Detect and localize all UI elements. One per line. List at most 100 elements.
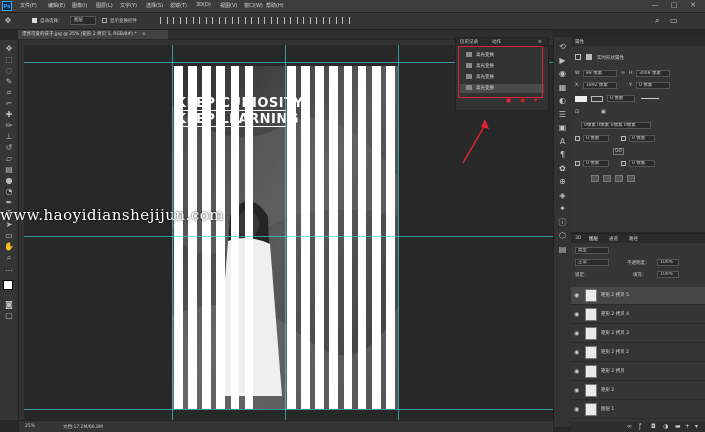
menu-item[interactable]: 帮助(H) [266, 2, 284, 9]
rectangle-tool-icon[interactable]: ▭ [4, 231, 14, 241]
zoom-level[interactable]: 25% [25, 424, 35, 429]
layer-name[interactable]: 图层 1 [601, 406, 614, 412]
visibility-eye-icon[interactable]: ◉ [574, 292, 579, 299]
adjustment-icon[interactable]: ◑ [663, 423, 668, 430]
menu-item[interactable]: 3D(D) [196, 2, 211, 8]
layer-row[interactable]: ◉ 矩形 2 拷贝 4 [571, 306, 705, 324]
stripe-shape[interactable] [329, 66, 339, 409]
edit-toolbar-icon[interactable]: … [4, 264, 14, 274]
trash-icon[interactable]: ▾ [534, 98, 540, 104]
3d-panel-icon[interactable]: ⬡ [557, 230, 568, 241]
corner-radius-summary[interactable]: 0像素 0像素 0像素 0像素 [581, 122, 651, 129]
eyedropper-icon[interactable]: ⌐ [4, 99, 14, 109]
3d-pan-icon[interactable] [342, 17, 350, 24]
menu-item[interactable]: 选择(S) [146, 2, 163, 9]
close-tab-icon[interactable]: × [142, 32, 146, 37]
y-field[interactable]: 0 像素 [636, 82, 670, 89]
distribute-top-icon[interactable] [238, 17, 246, 24]
delete-layer-icon[interactable]: ▾ [695, 423, 698, 430]
properties-icon[interactable]: ☰ [557, 109, 568, 120]
align-edges-icon[interactable]: ⊡ [575, 109, 585, 115]
path-subtract-icon[interactable] [603, 175, 611, 182]
stroke-swatch[interactable] [591, 96, 603, 102]
3d-rotate-icon[interactable] [329, 17, 337, 24]
layer-row[interactable]: ◉ 图层 1 [571, 401, 705, 419]
layer-name[interactable]: 矩形 2 拷贝 4 [601, 311, 629, 317]
color-panel-icon[interactable]: ◉ [557, 68, 568, 79]
layer-row[interactable]: ◉ 矩形 2 [571, 382, 705, 400]
swatches-panel-icon[interactable]: ▦ [557, 82, 568, 93]
clone-stamp-icon[interactable]: ⊥ [4, 132, 14, 142]
fill-field[interactable]: 100% [657, 271, 679, 278]
fx-icon[interactable]: ƒ [639, 423, 641, 430]
fill-swatch[interactable] [575, 96, 587, 102]
info-icon[interactable]: ⓘ [557, 217, 568, 228]
history-panel-icon[interactable]: ⟲ [557, 41, 568, 52]
visibility-eye-icon[interactable]: ◉ [574, 368, 579, 375]
screen-mode-icon[interactable]: ▢ [4, 311, 14, 321]
visibility-eye-icon[interactable]: ◉ [574, 330, 579, 337]
layer-target-dropdown[interactable]: 图层 [70, 16, 96, 25]
menu-item[interactable]: 视图(V) [220, 2, 237, 9]
marquee-tool-icon[interactable]: ⬚ [4, 55, 14, 65]
align-top-icon[interactable] [160, 17, 168, 24]
layer-kind-filter[interactable]: 类型 [575, 247, 609, 254]
align-left-icon[interactable] [199, 17, 207, 24]
search-icon[interactable]: ⌕ [655, 16, 665, 26]
menu-item[interactable]: 滤镜(T) [170, 2, 187, 9]
zoom-tool-icon[interactable]: ⌕ [4, 253, 14, 263]
stripe-shape[interactable] [371, 66, 381, 409]
quick-mask-icon[interactable]: ◙ [4, 300, 14, 310]
3d-mode-icon[interactable] [316, 17, 324, 24]
workspace-icon[interactable]: ▭ [670, 16, 680, 26]
distribute-hcenter-icon[interactable] [290, 17, 298, 24]
eraser-icon[interactable]: ▱ [4, 154, 14, 164]
distribute-right-icon[interactable] [303, 17, 311, 24]
layer-name[interactable]: 矩形 2 拷贝 5 [601, 292, 629, 298]
layer-name[interactable]: 矩形 2 [601, 387, 614, 393]
styles-icon[interactable]: ◈ [557, 190, 568, 201]
x-field[interactable]: 1892 像素 [583, 82, 617, 89]
new-layer-icon[interactable]: + [685, 423, 690, 430]
tab-3d[interactable]: 3D [575, 236, 581, 241]
brush-tool-icon[interactable]: ✏ [4, 121, 14, 131]
menu-item[interactable]: 文字(Y) [120, 2, 137, 9]
align-right-icon[interactable] [225, 17, 233, 24]
actions-panel-icon[interactable]: ▶ [557, 55, 568, 66]
height-field[interactable]: 3008 像素 [636, 70, 670, 77]
libraries-icon[interactable]: ▣ [557, 122, 568, 133]
guide-line[interactable] [398, 45, 399, 420]
folder-icon[interactable]: ▬ [675, 423, 681, 430]
blend-mode-dropdown[interactable]: 正常 [575, 259, 609, 266]
distribute-left-icon[interactable] [277, 17, 285, 24]
dodge-tool-icon[interactable]: ◔ [4, 187, 14, 197]
clone-source-icon[interactable]: ⊕ [557, 176, 568, 187]
opacity-field[interactable]: 100% [657, 259, 679, 266]
link-layers-icon[interactable]: ∞ [627, 423, 632, 430]
layer-row[interactable]: ◉ 矩形 2 拷贝 2 [571, 344, 705, 362]
gradient-tool-icon[interactable]: ▤ [4, 165, 14, 175]
align-hcenter-icon[interactable] [212, 17, 220, 24]
layer-row[interactable]: ◉ 矩形 2 拷贝 5 [571, 287, 705, 305]
corner-tr-field[interactable]: 0 像素 [629, 135, 655, 142]
menu-item[interactable]: 图层(L) [96, 2, 113, 9]
menu-item[interactable]: 图像(I) [72, 2, 87, 9]
quick-select-icon[interactable]: ✎ [4, 77, 14, 87]
visibility-eye-icon[interactable]: ◉ [574, 387, 579, 394]
camera-icon[interactable]: ◉ [520, 98, 526, 104]
guide-line[interactable] [172, 45, 173, 420]
document-tab[interactable]: 漂亮可爱的孩子.jpg @ 25% (矩形 2 拷贝 5, RGB/8#) * … [18, 30, 168, 39]
corner-br-field[interactable]: 0 像素 [629, 160, 655, 167]
move-tool-icon[interactable]: ✥ [4, 44, 14, 54]
tab-layers[interactable]: 图层 [589, 236, 598, 242]
layer-name[interactable]: 矩形 2 拷贝 2 [601, 349, 629, 355]
guide-line[interactable] [24, 409, 553, 410]
history-brush-icon[interactable]: ↺ [4, 143, 14, 153]
corner-tl-field[interactable]: 0 像素 [583, 135, 609, 142]
stripe-shape[interactable] [385, 66, 395, 409]
corner-bl-field[interactable]: 0 像素 [583, 160, 609, 167]
healing-brush-icon[interactable]: ✚ [4, 110, 14, 120]
stroke-width-field[interactable]: 0 像素 [607, 95, 635, 102]
path-ops-icon[interactable]: ▣ [601, 109, 611, 115]
mask-add-icon[interactable]: ◘ [651, 423, 656, 430]
